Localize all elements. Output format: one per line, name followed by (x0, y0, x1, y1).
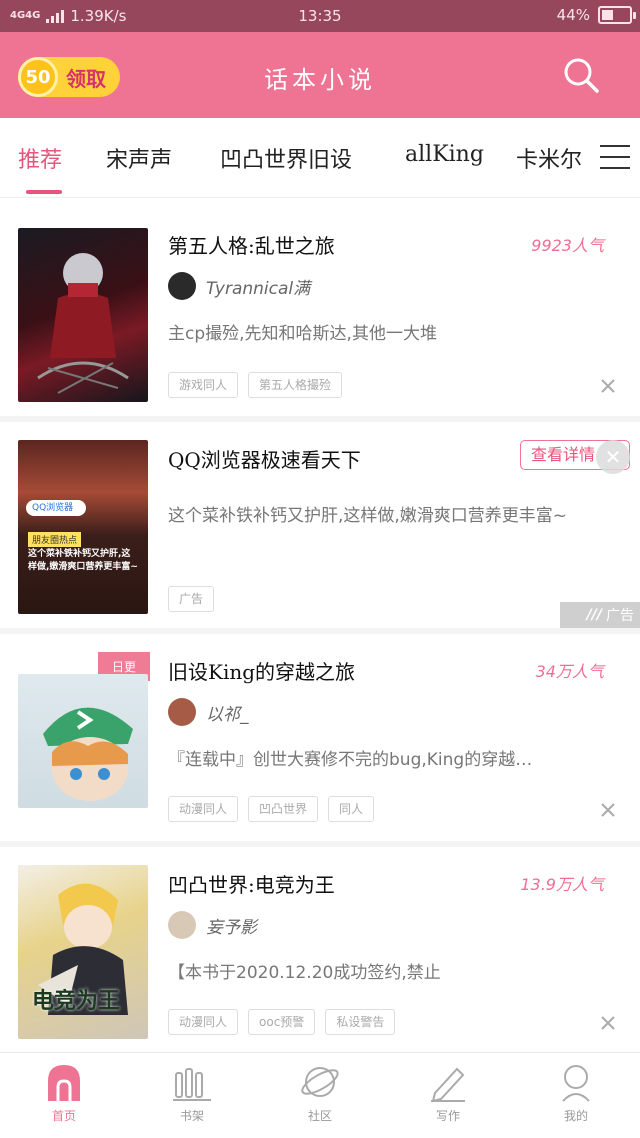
book-card[interactable]: 日更 旧设King的穿越之旅 34万人气 以祁_ 『连载中』创世大赛修不完的bu… (0, 634, 640, 847)
pen-icon (431, 1067, 465, 1103)
nav-community[interactable]: 社区 (280, 1061, 360, 1124)
tab-song-shengsheng[interactable]: 宋声声 (106, 142, 172, 174)
ad-tag: 广告 (168, 586, 215, 612)
cover-caption: 这个菜补铁补钙又护肝,这样做,嫩滑爽口营养更丰富~ (28, 549, 138, 572)
nav-label: 我的 (563, 1109, 588, 1123)
book-card[interactable]: 第五人格:乱世之旅 9923人气 Tyrannical满 主cp撮殓,先知和哈斯… (0, 198, 640, 422)
close-icon[interactable] (600, 378, 616, 394)
status-bar: 4G4G 1.39K/s 13:35 44% (0, 0, 640, 32)
nav-label: 社区 (307, 1109, 332, 1123)
book-description: 【本书于2020.12.20成功签约,禁止 (168, 963, 441, 983)
ad-logo-icon: /// (586, 607, 602, 623)
tab-kamier[interactable]: 卡米尔 (516, 142, 582, 174)
profile-icon (562, 1065, 590, 1102)
tab-allking[interactable]: allKing (405, 142, 484, 167)
ad-mark: /// 广告 (560, 602, 640, 628)
tag[interactable]: 动漫同人 (168, 796, 239, 822)
search-icon[interactable] (562, 56, 600, 94)
home-icon (48, 1065, 80, 1101)
menu-icon[interactable] (600, 145, 630, 171)
author-name: 妄予影 (206, 917, 257, 938)
ad-mark-label: 广告 (606, 608, 634, 624)
bookshelf-icon (173, 1068, 211, 1101)
popularity: 34万人气 (535, 662, 604, 681)
book-cover[interactable]: 电竞为王 (18, 865, 148, 1039)
avatar (168, 698, 196, 726)
book-description: 主cp撮殓,先知和哈斯达,其他一大堆 (168, 324, 437, 344)
book-title[interactable]: 凹凸世界:电竞为王 (168, 869, 335, 898)
tag[interactable]: 私设警告 (325, 1009, 396, 1035)
app-header: 50 领取 话本小说 (0, 32, 640, 118)
ad-cover[interactable]: QQ浏览器 朋友圈热点 这个菜补铁补钙又护肝,这样做,嫩滑爽口营养更丰富~ (18, 440, 148, 614)
ad-title[interactable]: QQ浏览器极速看天下 (168, 444, 361, 473)
book-card[interactable]: 电竞为王 凹凸世界:电竞为王 13.9万人气 妄予影 【本书于2020.12.2… (0, 847, 640, 1052)
popularity: 9923人气 (531, 236, 604, 255)
nav-profile[interactable]: 我的 (536, 1061, 616, 1124)
avatar (168, 911, 196, 939)
tag-list: 广告 (168, 586, 215, 612)
category-tabs: 推荐 宋声声 凹凸世界旧设 allKing 卡米尔 (0, 118, 640, 198)
battery-percent: 44% (556, 6, 590, 24)
hot-badge: 朋友圈热点 (28, 532, 82, 547)
tag-list: 动漫同人 ooc预警 私设警告 (168, 1009, 396, 1035)
author-name: Tyrannical满 (206, 278, 311, 299)
close-icon[interactable] (600, 1015, 616, 1031)
ad-description: 这个菜补铁补钙又护肝,这样做,嫩滑爽口营养更丰富~ (168, 506, 568, 526)
cover-title: 电竞为王 (32, 988, 121, 1014)
book-description: 『连载中』创世大赛修不完的bug,King的穿越… (168, 750, 533, 770)
nav-home[interactable]: 首页 (24, 1061, 104, 1124)
author-row[interactable]: 妄予影 (168, 911, 257, 939)
qq-browser-logo: QQ浏览器 (26, 500, 86, 516)
author-name: 以祁_ (206, 704, 249, 725)
nav-bookshelf[interactable]: 书架 (152, 1061, 232, 1124)
tag[interactable]: 凹凸世界 (248, 796, 319, 822)
tag-list: 游戏同人 第五人格撮殓 (168, 372, 343, 398)
book-title[interactable]: 旧设King的穿越之旅 (168, 656, 355, 685)
tag[interactable]: 第五人格撮殓 (248, 372, 343, 398)
popularity: 13.9万人气 (520, 875, 604, 894)
book-cover[interactable] (18, 674, 148, 808)
avatar (168, 272, 196, 300)
active-tab-indicator (26, 190, 62, 194)
nav-label: 书架 (179, 1109, 204, 1123)
nav-label: 首页 (51, 1109, 76, 1123)
bottom-nav: 首页 书架 社区 写作 我的 (0, 1052, 640, 1138)
tag[interactable]: 动漫同人 (168, 1009, 239, 1035)
tag-list: 动漫同人 凹凸世界 同人 (168, 796, 375, 822)
tab-recommend[interactable]: 推荐 (18, 142, 62, 174)
nav-label: 写作 (435, 1109, 460, 1123)
tag[interactable]: ooc预警 (248, 1009, 316, 1035)
author-row[interactable]: 以祁_ (168, 698, 249, 726)
ad-card[interactable]: QQ浏览器 朋友圈热点 这个菜补铁补钙又护肝,这样做,嫩滑爽口营养更丰富~ QQ… (0, 422, 640, 634)
book-title[interactable]: 第五人格:乱世之旅 (168, 230, 335, 259)
tag[interactable]: 同人 (328, 796, 375, 822)
planet-icon (301, 1067, 339, 1097)
app-title: 话本小说 (264, 66, 376, 94)
tab-aotu-old-design[interactable]: 凹凸世界旧设 (220, 142, 352, 174)
close-icon[interactable] (600, 802, 616, 818)
author-row[interactable]: Tyrannical满 (168, 272, 310, 300)
close-icon[interactable]: ✕ (596, 440, 630, 474)
battery-icon (598, 6, 636, 24)
book-cover[interactable] (18, 228, 148, 402)
tag[interactable]: 游戏同人 (168, 372, 239, 398)
clock: 13:35 (298, 7, 342, 25)
nav-write[interactable]: 写作 (408, 1061, 488, 1124)
